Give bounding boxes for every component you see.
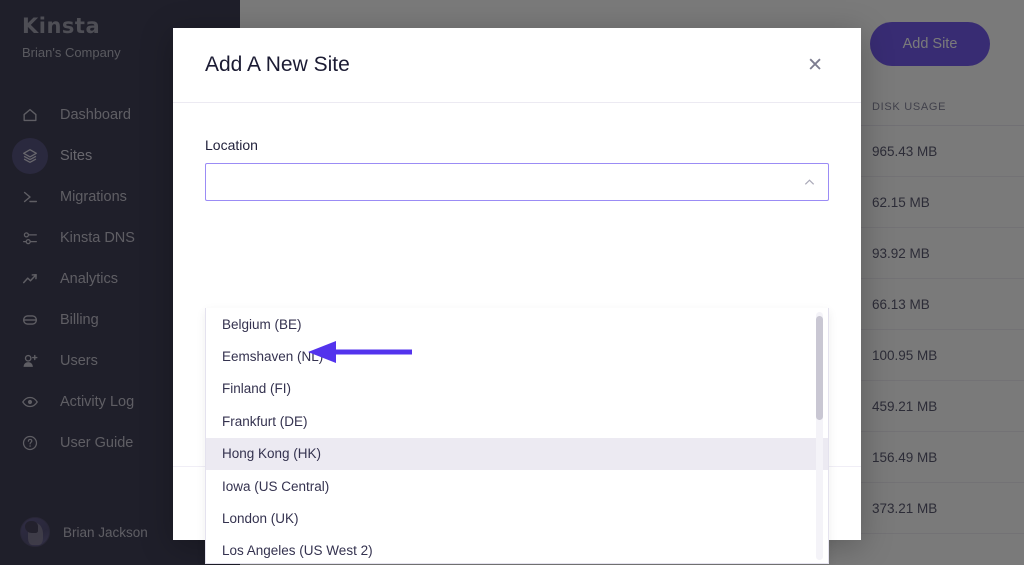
- location-select[interactable]: [205, 163, 829, 201]
- dropdown-option[interactable]: Belgium (BE): [206, 308, 828, 340]
- modal-body: Location Belgium (BE) Eemshaven (NL) Finla…: [173, 103, 861, 564]
- modal-header: Add A New Site ✕: [173, 28, 861, 103]
- dropdown-scrollbar-thumb[interactable]: [816, 316, 823, 420]
- add-new-site-modal: Add A New Site ✕ Location Belgium (BE) Ee…: [173, 28, 861, 564]
- app-root: Sites Add Site SITE NAME LOCATION VISITS…: [0, 0, 1024, 565]
- dropdown-option[interactable]: Eemshaven (NL): [206, 340, 828, 372]
- dropdown-option[interactable]: Iowa (US Central): [206, 470, 828, 502]
- modal-title: Add A New Site: [205, 53, 350, 76]
- location-label: Location: [205, 137, 258, 153]
- dropdown-option[interactable]: Frankfurt (DE): [206, 405, 828, 437]
- dropdown-option[interactable]: Finland (FI): [206, 373, 828, 405]
- location-dropdown-list[interactable]: Belgium (BE) Eemshaven (NL) Finland (FI) Fr…: [205, 308, 829, 564]
- chevron-up-icon: [803, 176, 816, 189]
- dropdown-option[interactable]: Hong Kong (HK): [206, 437, 828, 470]
- dropdown-option[interactable]: Los Angeles (US West 2): [206, 535, 828, 563]
- dropdown-scroll-area: Belgium (BE) Eemshaven (NL) Finland (FI) Fr…: [206, 308, 828, 563]
- close-icon[interactable]: ✕: [801, 52, 829, 79]
- dropdown-option[interactable]: London (UK): [206, 502, 828, 534]
